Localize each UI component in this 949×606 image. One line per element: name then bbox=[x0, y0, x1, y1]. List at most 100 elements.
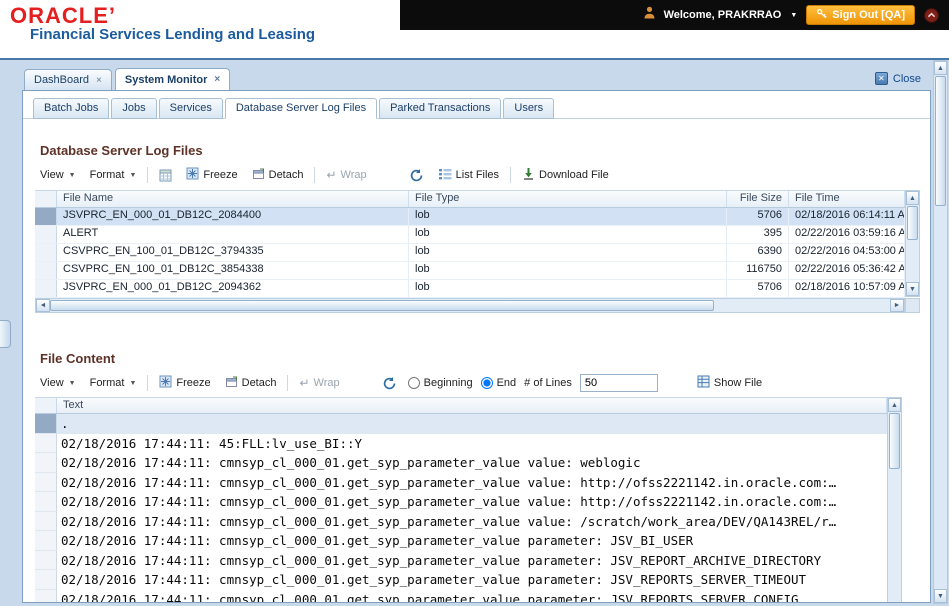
row-selector-cell[interactable] bbox=[35, 511, 57, 531]
log-line-row[interactable]: 02/18/2016 17:44:11: cmnsyp_cl_000_01.ge… bbox=[35, 453, 887, 473]
scrollbar-track[interactable] bbox=[888, 412, 901, 602]
page-scrollbar[interactable]: ▲ ▼ bbox=[933, 60, 948, 604]
row-selector-cell[interactable] bbox=[35, 414, 57, 434]
wrap-button[interactable]: ↵ Wrap bbox=[296, 374, 342, 392]
log-files-horizontal-scrollbar[interactable]: ◄ ► bbox=[35, 298, 905, 313]
caret-down-icon: ▼ bbox=[129, 379, 137, 387]
row-selector-cell[interactable] bbox=[35, 280, 57, 297]
log-line-row[interactable]: 02/18/2016 17:44:11: cmnsyp_cl_000_01.ge… bbox=[35, 570, 887, 590]
log-line-row[interactable]: 02/18/2016 17:44:11: cmnsyp_cl_000_01.ge… bbox=[35, 511, 887, 531]
scrollbar-thumb[interactable] bbox=[907, 206, 918, 240]
detach-button[interactable]: Detach bbox=[222, 373, 280, 393]
log-line-row[interactable]: 02/18/2016 17:44:11: cmnsyp_cl_000_01.ge… bbox=[35, 531, 887, 551]
tab-dashboard[interactable]: DashBoard × bbox=[24, 69, 112, 90]
wrap-button[interactable]: ↵ Wrap bbox=[323, 166, 369, 184]
export-icon[interactable] bbox=[156, 167, 175, 184]
close-icon[interactable]: ✕ bbox=[874, 72, 888, 85]
view-label: View bbox=[40, 169, 64, 181]
column-header-file-time[interactable]: File Time bbox=[789, 191, 905, 207]
row-selector-cell[interactable] bbox=[35, 589, 57, 602]
log-file-row[interactable]: ALERT lob 395 02/22/2016 03:59:16 AM bbox=[35, 226, 905, 244]
scroll-up-button[interactable]: ▲ bbox=[934, 61, 947, 75]
view-menu-button[interactable]: View ▼ bbox=[37, 375, 79, 391]
end-radio-option[interactable]: End bbox=[480, 377, 516, 389]
subtab-users[interactable]: Users bbox=[503, 98, 555, 119]
log-line-text: . bbox=[61, 416, 69, 431]
subtab-services[interactable]: Services bbox=[158, 98, 223, 119]
detach-button[interactable]: Detach bbox=[249, 165, 307, 185]
subtab-batch-jobs[interactable]: Batch Jobs bbox=[33, 98, 110, 119]
row-selector-cell[interactable] bbox=[35, 244, 57, 261]
subtab-label: Services bbox=[169, 102, 212, 114]
scroll-left-button[interactable]: ◄ bbox=[36, 299, 50, 312]
format-menu-button[interactable]: Format ▼ bbox=[87, 375, 140, 391]
scroll-up-button[interactable]: ▲ bbox=[888, 398, 901, 412]
scroll-up-button[interactable]: ▲ bbox=[906, 191, 919, 205]
scrollbar-thumb[interactable] bbox=[935, 76, 946, 206]
column-header-file-type[interactable]: File Type bbox=[409, 191, 727, 207]
log-line-row[interactable]: 02/18/2016 17:44:11: cmnsyp_cl_000_01.ge… bbox=[35, 492, 887, 512]
subtab-parked-transactions[interactable]: Parked Transactions bbox=[379, 98, 502, 119]
beginning-radio-option[interactable]: Beginning bbox=[407, 377, 473, 389]
scroll-down-button[interactable]: ▼ bbox=[934, 589, 947, 603]
close-control[interactable]: ✕ Close bbox=[874, 72, 921, 85]
view-menu-button[interactable]: View ▼ bbox=[37, 167, 79, 183]
collapse-banner-icon[interactable] bbox=[924, 7, 939, 23]
row-selector-cell[interactable] bbox=[35, 226, 57, 243]
log-file-row[interactable]: CSVPRC_EN_100_01_DB12C_3854338 lob 11675… bbox=[35, 262, 905, 280]
column-header-file-size[interactable]: File Size bbox=[727, 191, 789, 207]
tab-system-monitor[interactable]: System Monitor × bbox=[114, 68, 231, 90]
tab-close-icon[interactable]: × bbox=[96, 75, 102, 86]
log-line-row[interactable]: 02/18/2016 17:44:11: cmnsyp_cl_000_01.ge… bbox=[35, 472, 887, 492]
scrollbar-thumb[interactable] bbox=[889, 413, 900, 469]
row-selector-cell[interactable] bbox=[35, 433, 57, 453]
row-selector-cell[interactable] bbox=[35, 492, 57, 512]
sign-out-button[interactable]: Sign Out [QA] bbox=[806, 5, 915, 25]
log-file-row[interactable]: JSVPRC_EN_000_01_DB12C_2094362 lob 5706 … bbox=[35, 280, 905, 298]
wrap-label: Wrap bbox=[313, 377, 340, 389]
cell-file-time: 02/22/2016 05:36:42 AM bbox=[789, 262, 905, 279]
end-radio[interactable] bbox=[480, 377, 493, 389]
log-line-row[interactable]: 02/18/2016 17:44:11: cmnsyp_cl_000_01.ge… bbox=[35, 550, 887, 570]
column-header-file-name[interactable]: File Name bbox=[57, 191, 409, 207]
log-line-text: 02/18/2016 17:44:11: cmnsyp_cl_000_01.ge… bbox=[61, 513, 837, 529]
format-menu-button[interactable]: Format ▼ bbox=[87, 167, 140, 183]
scroll-down-button[interactable]: ▼ bbox=[906, 282, 919, 296]
subtab-database-server-log-files[interactable]: Database Server Log Files bbox=[224, 98, 378, 119]
refresh-button[interactable] bbox=[379, 374, 400, 393]
scroll-right-button[interactable]: ► bbox=[890, 299, 904, 312]
freeze-button[interactable]: Freeze bbox=[156, 373, 213, 393]
scrollbar-track[interactable] bbox=[906, 205, 919, 282]
download-file-button[interactable]: Download File bbox=[519, 165, 612, 185]
show-file-button[interactable]: Show File bbox=[694, 373, 765, 393]
log-line-row[interactable]: . bbox=[35, 414, 887, 434]
column-header-text[interactable]: Text bbox=[57, 398, 887, 413]
freeze-button[interactable]: Freeze bbox=[183, 165, 240, 185]
scrollbar-thumb[interactable] bbox=[50, 300, 714, 311]
row-selector-cell[interactable] bbox=[35, 262, 57, 279]
row-selector-cell[interactable] bbox=[35, 472, 57, 492]
log-file-row[interactable]: JSVPRC_EN_000_01_DB12C_2084400 lob 5706 … bbox=[35, 208, 905, 226]
log-files-vertical-scrollbar[interactable]: ▲ ▼ bbox=[905, 190, 920, 297]
list-files-button[interactable]: List Files bbox=[435, 166, 502, 185]
subtab-jobs[interactable]: Jobs bbox=[111, 98, 157, 119]
row-selector-cell[interactable] bbox=[35, 531, 57, 551]
num-lines-input[interactable] bbox=[579, 374, 658, 392]
row-selector-cell[interactable] bbox=[35, 570, 57, 590]
welcome-menu[interactable]: Welcome, PRAKRRAO bbox=[664, 9, 782, 21]
file-content-vertical-scrollbar[interactable]: ▲ ▼ bbox=[887, 397, 902, 602]
scrollbar-track[interactable] bbox=[50, 299, 890, 312]
chevron-down-icon[interactable]: ▼ bbox=[790, 12, 797, 19]
log-line-row[interactable]: 02/18/2016 17:44:11: 45:FLL:lv_use_BI::Y bbox=[35, 433, 887, 453]
row-selector-cell[interactable] bbox=[35, 453, 57, 473]
row-selector-cell[interactable] bbox=[35, 550, 57, 570]
scrollbar-track[interactable] bbox=[934, 75, 947, 589]
beginning-radio[interactable] bbox=[407, 377, 420, 389]
panel-collapse-handle[interactable] bbox=[0, 320, 11, 348]
tab-close-icon[interactable]: × bbox=[214, 74, 220, 85]
row-selector-cell[interactable] bbox=[35, 208, 57, 225]
log-file-row[interactable]: CSVPRC_EN_100_01_DB12C_3794335 lob 6390 … bbox=[35, 244, 905, 262]
toolbar-separator bbox=[510, 167, 512, 183]
log-line-row[interactable]: 02/18/2016 17:44:11: cmnsyp_cl_000_01.ge… bbox=[35, 589, 887, 602]
refresh-button[interactable] bbox=[406, 166, 427, 185]
